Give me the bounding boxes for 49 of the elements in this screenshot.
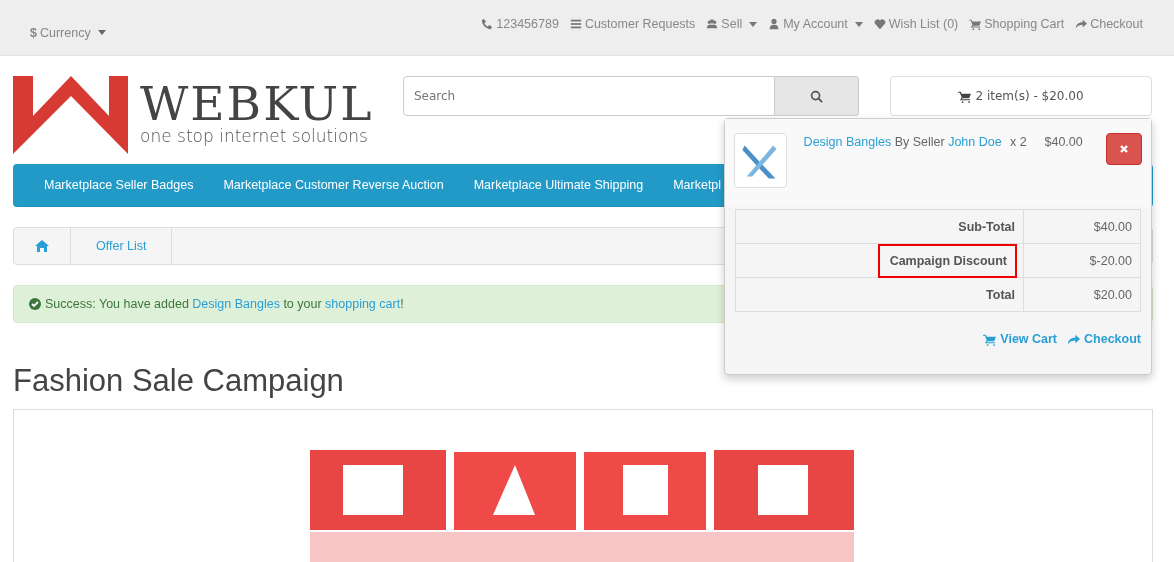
search-field[interactable]: Search — [403, 76, 775, 116]
top-link[interactable]: My Account — [768, 17, 863, 31]
heart-icon — [873, 18, 886, 30]
cart-icon — [969, 18, 982, 30]
top-link[interactable]: Customer Requests — [569, 17, 696, 31]
list-icon — [569, 18, 582, 30]
menu-item[interactable]: Marketplace Customer Reverse Auction — [223, 178, 444, 192]
total-label: Sub-Total — [735, 209, 1024, 244]
cart-action-link[interactable]: Checkout — [1067, 332, 1141, 346]
caret-icon — [97, 30, 106, 35]
total-value: $20.00 — [1023, 277, 1141, 312]
menu-item[interactable]: Marketplace Ultimate Shipping — [473, 178, 644, 192]
menu-item[interactable]: Marketpl — [673, 178, 722, 192]
item-price: $40.00 — [1044, 134, 1084, 149]
menu-item[interactable]: Marketplace Seller Badges — [44, 178, 194, 192]
item-quantity: x 2 — [1010, 134, 1028, 149]
logo-tagline: one stop internet solutions — [140, 126, 369, 146]
close-icon — [1119, 144, 1129, 154]
product-link[interactable]: Design Bangles — [192, 297, 280, 311]
total-label: Total — [735, 277, 1024, 312]
top-link[interactable]: Sell — [706, 17, 758, 31]
check-icon — [29, 298, 41, 310]
cart-icon — [958, 89, 972, 103]
top-link[interactable]: Checkout — [1075, 17, 1143, 31]
breadcrumb-link[interactable]: Offer List — [71, 228, 173, 264]
top-link[interactable]: Wish List (0) — [873, 17, 959, 31]
page-heading: Fashion Sale Campaign — [13, 363, 345, 399]
share-icon — [1067, 332, 1081, 346]
total-value: $40.00 — [1023, 209, 1141, 244]
currency-dropdown[interactable]: $ Currency — [30, 25, 106, 40]
alert-message: Success: You have added Design Bangles to your shopping cart! — [45, 297, 404, 311]
product-thumbnail[interactable] — [734, 133, 787, 188]
top-link[interactable]: Shopping Cart — [969, 17, 1065, 31]
share-icon — [1075, 18, 1088, 30]
phone-icon — [481, 18, 494, 30]
cart-icon — [983, 332, 997, 346]
logo-icon — [13, 76, 128, 154]
user-icon — [768, 18, 781, 30]
search-icon — [810, 89, 823, 103]
cart-button[interactable]: 2 item(s) - $20.00 — [890, 76, 1152, 116]
remove-button[interactable] — [1106, 133, 1142, 165]
total-value: $-20.00 — [1023, 243, 1141, 278]
cart-action-link[interactable]: View Cart — [983, 332, 1058, 346]
cart-item-title: Design Bangles By Seller John Doe — [803, 135, 1002, 149]
total-label: Campaign Discount — [735, 243, 1024, 278]
seller-link[interactable]: John Doe — [948, 135, 1002, 149]
users-icon — [706, 18, 719, 30]
product-link[interactable]: Design Bangles — [803, 135, 892, 149]
top-link[interactable]: 123456789 — [481, 17, 559, 31]
